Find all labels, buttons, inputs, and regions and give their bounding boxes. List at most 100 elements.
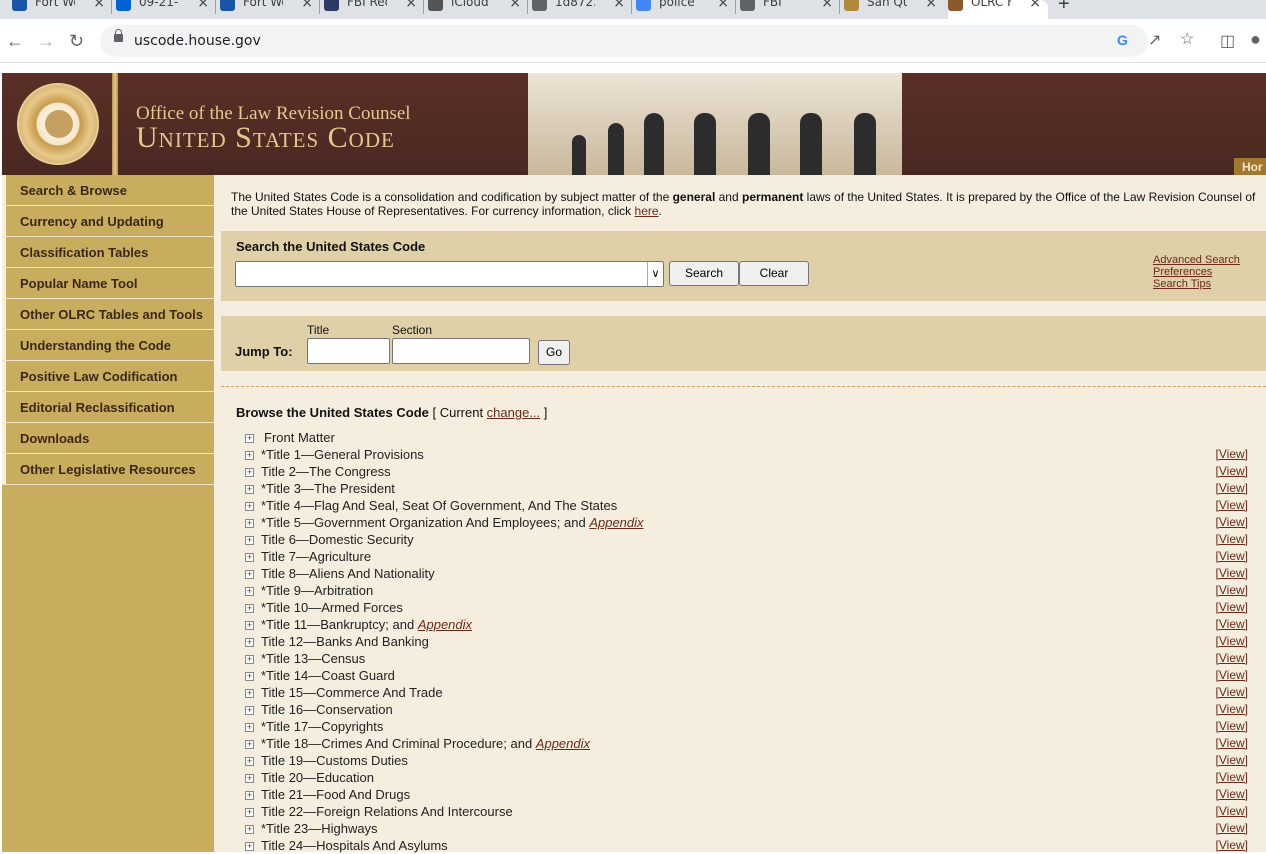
appendix-link[interactable]: Appendix <box>536 736 590 751</box>
expand-icon[interactable]: + <box>245 434 254 443</box>
expand-icon[interactable]: + <box>245 757 254 766</box>
title-name[interactable]: Title 8—Aliens And Nationality <box>261 565 435 582</box>
sidebar-item[interactable]: Classification Tables <box>2 237 214 268</box>
sidebar-item[interactable]: Search & Browse <box>2 175 214 206</box>
view-link[interactable]: [View] <box>1216 803 1248 820</box>
title-row[interactable]: + *Title 18—Crimes And Criminal Procedure… <box>243 735 1248 752</box>
title-name[interactable]: *Title 3—The President <box>261 480 395 497</box>
title-name[interactable]: *Title 1—General Provisions <box>261 446 424 463</box>
title-row[interactable]: + Title 24—Hospitals And Asylums [View] <box>243 837 1248 854</box>
house-seal-logo[interactable] <box>17 83 99 165</box>
sidebar-item[interactable]: Other Legislative Resources <box>2 454 214 485</box>
change-edition-link[interactable]: change... <box>487 405 541 420</box>
expand-icon[interactable]: + <box>245 519 254 528</box>
expand-icon[interactable]: + <box>245 621 254 630</box>
expand-icon[interactable]: + <box>245 740 254 749</box>
view-link[interactable]: [View] <box>1216 718 1248 735</box>
title-name[interactable]: Title 6—Domestic Security <box>261 531 414 548</box>
browser-tab[interactable]: FBI Reco × <box>324 0 424 19</box>
view-link[interactable]: [View] <box>1216 633 1248 650</box>
sidebar-item[interactable]: Downloads <box>2 423 214 454</box>
expand-icon[interactable]: + <box>245 587 254 596</box>
title-name[interactable]: Title 20—Education <box>261 769 374 786</box>
title-row[interactable]: + *Title 14—Coast Guard [View] <box>243 667 1248 684</box>
expand-icon[interactable]: + <box>245 791 254 800</box>
title-row[interactable]: + Title 16—Conservation [View] <box>243 701 1248 718</box>
browser-tab[interactable]: 09-21-2 × <box>116 0 216 19</box>
address-bar[interactable]: uscode.house.gov G ↗ ☆ <box>100 25 1194 57</box>
advanced-search-link[interactable]: Advanced Search <box>1153 254 1240 266</box>
expand-icon[interactable]: + <box>245 842 254 851</box>
sidebar-item[interactable]: Positive Law Codification <box>2 361 214 392</box>
sidebar-item[interactable]: Editorial Reclassification <box>2 392 214 423</box>
appendix-link[interactable]: Appendix <box>589 515 643 530</box>
close-tab-icon[interactable]: × <box>93 0 105 11</box>
title-row[interactable]: + *Title 11—Bankruptcy; and Appendix [View… <box>243 616 1248 633</box>
browser-tab[interactable]: 1d8723 × <box>532 0 632 19</box>
view-link[interactable]: [View] <box>1216 650 1248 667</box>
search-input[interactable]: ∨ <box>235 261 664 287</box>
view-link[interactable]: [View] <box>1216 786 1248 803</box>
browser-tab[interactable]: iCloud × <box>428 0 528 19</box>
title-row[interactable]: + Title 7—Agriculture [View] <box>243 548 1248 565</box>
title-name[interactable]: *Title 17—Copyrights <box>261 718 383 735</box>
title-name[interactable]: *Title 5—Government Organization And Emp… <box>261 514 644 531</box>
close-tab-icon[interactable]: × <box>1029 0 1041 11</box>
view-link[interactable]: [View] <box>1216 599 1248 616</box>
title-name[interactable]: *Title 11—Bankruptcy; and Appendix <box>261 616 472 633</box>
sidebar-item[interactable]: Other OLRC Tables and Tools <box>2 299 214 330</box>
view-link[interactable]: [View] <box>1216 463 1248 480</box>
new-tab-button[interactable]: + <box>1058 0 1070 16</box>
forward-icon[interactable]: → <box>37 31 55 52</box>
share-icon[interactable]: ↗ <box>1148 30 1161 50</box>
view-link[interactable]: [View] <box>1216 565 1248 582</box>
view-link[interactable]: [View] <box>1216 514 1248 531</box>
sidebar-item[interactable]: Popular Name Tool <box>2 268 214 299</box>
expand-icon[interactable]: + <box>245 485 254 494</box>
title-name[interactable]: Title 12—Banks And Banking <box>261 633 429 650</box>
title-name[interactable]: *Title 9—Arbitration <box>261 582 373 599</box>
browser-tab[interactable]: police c × <box>636 0 736 19</box>
view-link[interactable]: [View] <box>1216 616 1248 633</box>
go-button[interactable]: Go <box>538 340 570 365</box>
search-tips-link[interactable]: Search Tips <box>1153 278 1240 290</box>
browser-tab[interactable]: San Qu × <box>844 0 944 19</box>
expand-icon[interactable]: + <box>245 825 254 834</box>
title-row[interactable]: + Title 15—Commerce And Trade [View] <box>243 684 1248 701</box>
close-tab-icon[interactable]: × <box>405 0 417 11</box>
title-name[interactable]: Title 21—Food And Drugs <box>261 786 410 803</box>
expand-icon[interactable]: + <box>245 604 254 613</box>
title-row[interactable]: + *Title 9—Arbitration [View] <box>243 582 1248 599</box>
view-link[interactable]: [View] <box>1216 769 1248 786</box>
expand-icon[interactable]: + <box>245 689 254 698</box>
view-link[interactable]: [View] <box>1216 480 1248 497</box>
google-lens-icon[interactable]: G <box>1117 32 1128 48</box>
title-row[interactable]: + Title 6—Domestic Security [View] <box>243 531 1248 548</box>
view-link[interactable]: [View] <box>1216 684 1248 701</box>
title-row[interactable]: + Title 19—Customs Duties [View] <box>243 752 1248 769</box>
close-tab-icon[interactable]: × <box>197 0 209 11</box>
jump-section-input[interactable] <box>392 338 530 364</box>
search-button[interactable]: Search <box>669 261 739 286</box>
home-button[interactable]: Hor <box>1234 158 1266 175</box>
title-row[interactable]: + Title 12—Banks And Banking [View] <box>243 633 1248 650</box>
close-tab-icon[interactable]: × <box>925 0 937 11</box>
title-name[interactable]: *Title 10—Armed Forces <box>261 599 403 616</box>
appendix-link[interactable]: Appendix <box>418 617 472 632</box>
title-name[interactable]: Title 16—Conservation <box>261 701 393 718</box>
title-row[interactable]: + *Title 13—Census [View] <box>243 650 1248 667</box>
expand-icon[interactable]: + <box>245 502 254 511</box>
close-tab-icon[interactable]: × <box>509 0 521 11</box>
close-tab-icon[interactable]: × <box>717 0 729 11</box>
title-row[interactable]: + Title 21—Food And Drugs [View] <box>243 786 1248 803</box>
reload-icon[interactable]: ↻ <box>69 31 84 52</box>
title-name[interactable]: *Title 14—Coast Guard <box>261 667 395 684</box>
expand-icon[interactable]: + <box>245 723 254 732</box>
title-row[interactable]: + Title 22—Foreign Relations And Intercou… <box>243 803 1248 820</box>
expand-icon[interactable]: + <box>245 451 254 460</box>
title-name[interactable]: Title 2—The Congress <box>261 463 391 480</box>
title-name[interactable]: Title 15—Commerce And Trade <box>261 684 443 701</box>
view-link[interactable]: [View] <box>1216 446 1248 463</box>
view-link[interactable]: [View] <box>1216 701 1248 718</box>
close-tab-icon[interactable]: × <box>821 0 833 11</box>
